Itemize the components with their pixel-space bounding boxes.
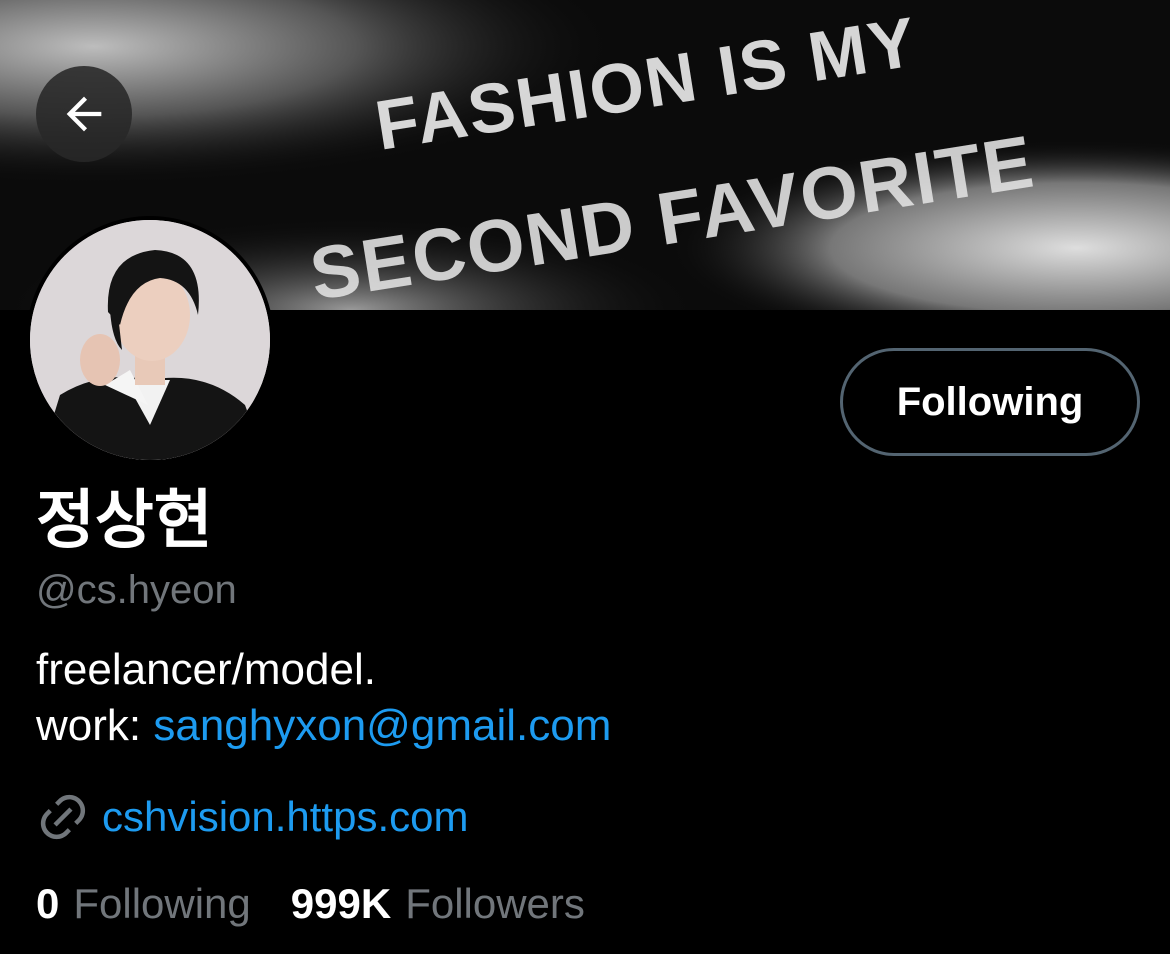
following-count: 0 bbox=[36, 880, 60, 927]
follow-stats: 0 Following 999K Followers bbox=[36, 880, 625, 928]
avatar[interactable] bbox=[26, 216, 274, 464]
bio: freelancer/model. work: sanghyxon@gmail.… bbox=[36, 642, 611, 754]
bio-work-line: work: sanghyxon@gmail.com bbox=[36, 698, 611, 754]
avatar-photo bbox=[30, 220, 270, 460]
bio-work-prefix: work: bbox=[36, 701, 154, 750]
followers-count: 999K bbox=[290, 880, 392, 927]
website-link[interactable]: cshvision.https.com bbox=[102, 793, 468, 841]
bio-line: freelancer/model. bbox=[36, 645, 376, 694]
link-icon bbox=[40, 794, 86, 840]
display-name: 정상현 bbox=[36, 484, 213, 558]
back-button[interactable] bbox=[36, 66, 132, 162]
followers-label: Followers bbox=[405, 880, 585, 927]
following-stat[interactable]: 0 Following bbox=[36, 880, 251, 928]
following-button[interactable]: Following bbox=[840, 348, 1140, 456]
arrow-left-icon bbox=[66, 96, 102, 132]
user-handle: @cs.hyeon bbox=[36, 568, 237, 612]
website-row: cshvision.https.com bbox=[36, 790, 468, 844]
email-link[interactable]: sanghyxon@gmail.com bbox=[153, 701, 611, 750]
followers-stat[interactable]: 999K Followers bbox=[291, 880, 585, 928]
following-label: Following bbox=[73, 880, 251, 927]
